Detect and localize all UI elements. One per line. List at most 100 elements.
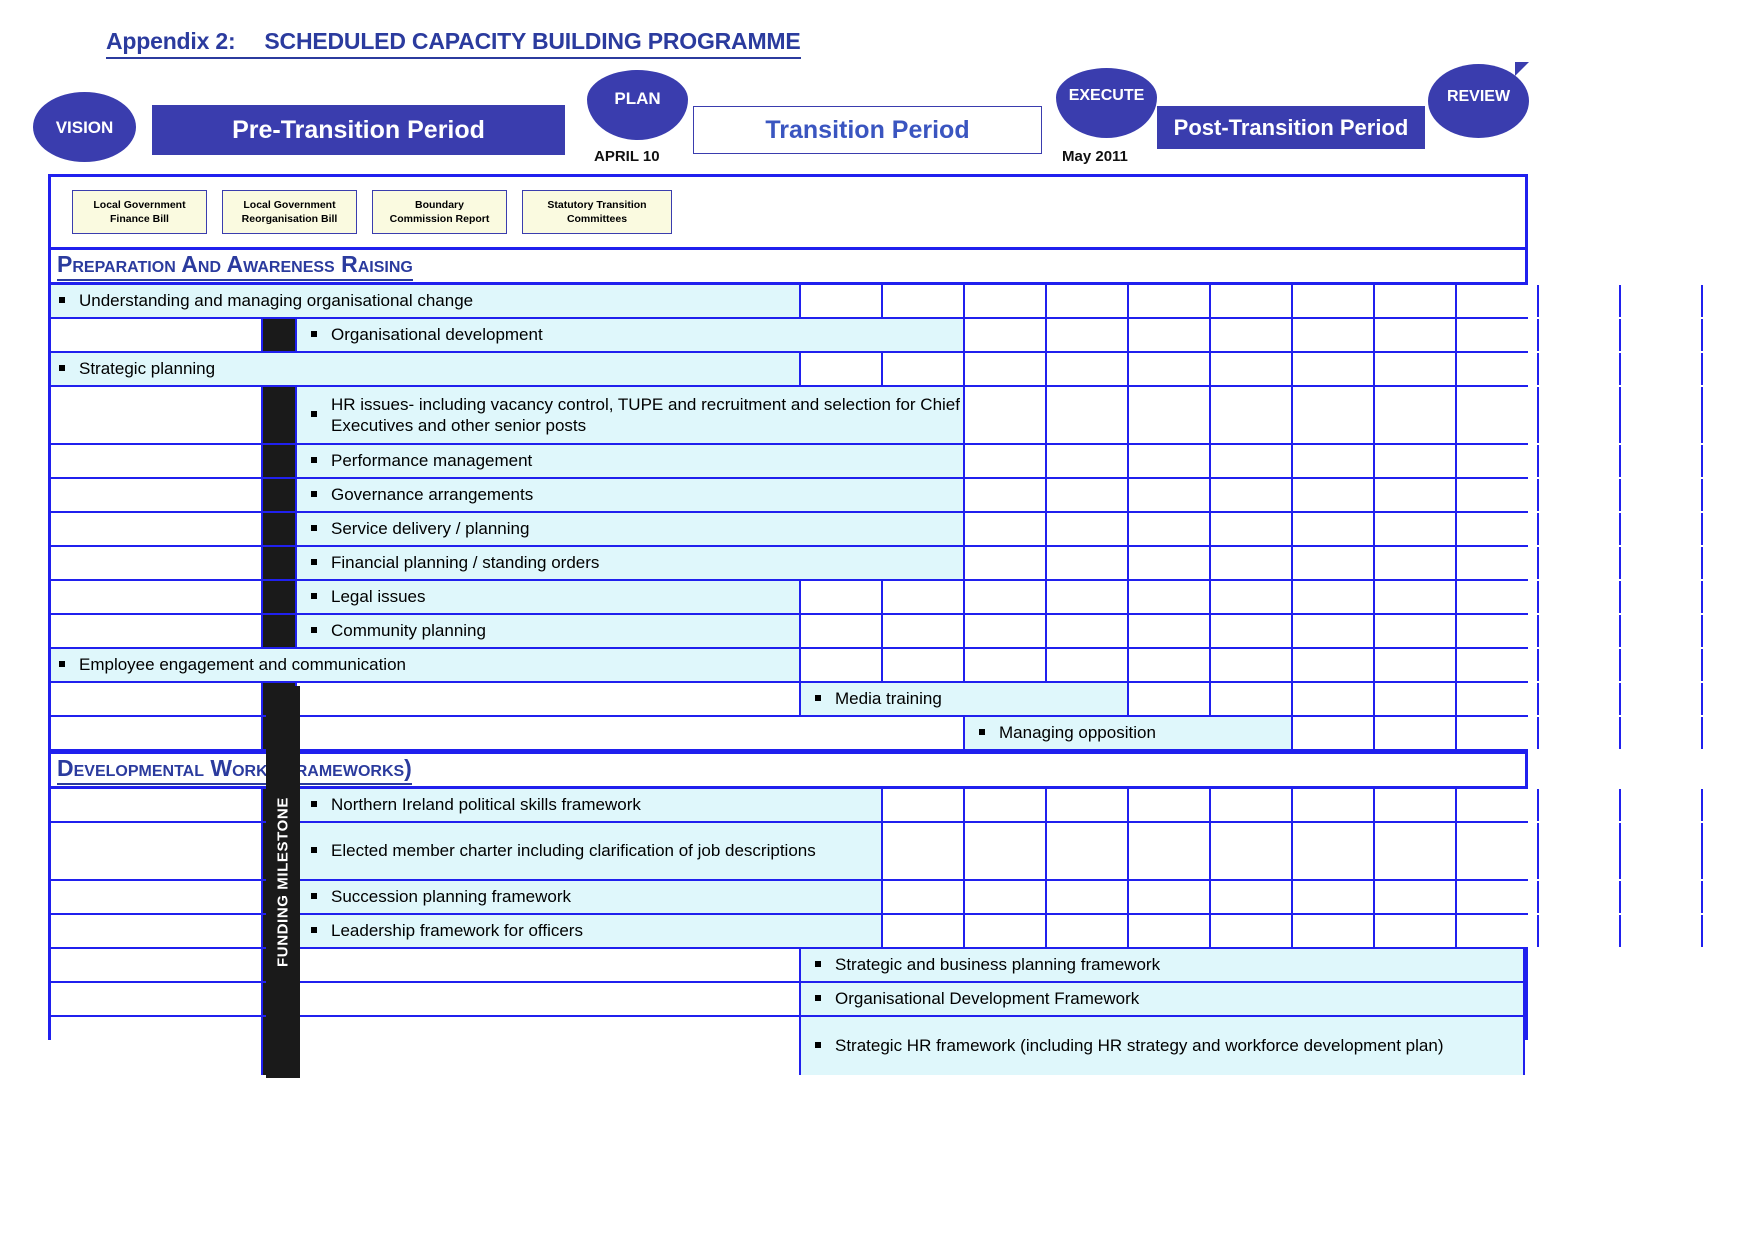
schedule-grid-cell[interactable] bbox=[1211, 881, 1293, 913]
activity-label-cell[interactable]: HR issues- including vacancy control, TU… bbox=[297, 387, 965, 443]
schedule-grid-cell[interactable] bbox=[965, 387, 1047, 443]
schedule-grid-cell[interactable] bbox=[1621, 649, 1703, 681]
schedule-grid-cell[interactable] bbox=[1047, 915, 1129, 947]
schedule-grid-cell[interactable] bbox=[1211, 513, 1293, 545]
schedule-grid-cell[interactable] bbox=[965, 789, 1047, 821]
schedule-grid-cell[interactable] bbox=[1293, 387, 1375, 443]
schedule-grid-cell[interactable] bbox=[801, 285, 883, 317]
schedule-grid-cell[interactable] bbox=[1211, 615, 1293, 647]
schedule-grid-cell[interactable] bbox=[965, 319, 1047, 351]
schedule-grid-cell[interactable] bbox=[1457, 353, 1539, 385]
schedule-grid-cell[interactable] bbox=[801, 581, 883, 613]
schedule-grid-cell[interactable] bbox=[1293, 285, 1375, 317]
schedule-grid-cell[interactable] bbox=[1375, 513, 1457, 545]
row-blank-cell[interactable] bbox=[51, 319, 263, 351]
row-blank-cell[interactable] bbox=[297, 717, 965, 749]
schedule-grid-cell[interactable] bbox=[1211, 789, 1293, 821]
schedule-grid-cell[interactable] bbox=[1293, 683, 1375, 715]
schedule-grid-cell[interactable] bbox=[1457, 513, 1539, 545]
schedule-grid-cell[interactable] bbox=[1457, 823, 1539, 879]
schedule-grid-cell[interactable] bbox=[1621, 547, 1703, 579]
schedule-grid-cell[interactable] bbox=[965, 615, 1047, 647]
schedule-grid-cell[interactable] bbox=[883, 915, 965, 947]
schedule-grid-cell[interactable] bbox=[1457, 881, 1539, 913]
schedule-grid-cell[interactable] bbox=[1047, 615, 1129, 647]
schedule-grid-cell[interactable] bbox=[1539, 649, 1621, 681]
row-blank-cell[interactable] bbox=[51, 1017, 263, 1075]
schedule-grid-cell[interactable] bbox=[883, 649, 965, 681]
schedule-grid-cell[interactable] bbox=[1375, 387, 1457, 443]
schedule-grid-cell[interactable] bbox=[1047, 353, 1129, 385]
schedule-grid-cell[interactable] bbox=[883, 881, 965, 913]
schedule-grid-cell[interactable] bbox=[1539, 581, 1621, 613]
schedule-grid-cell[interactable] bbox=[1539, 285, 1621, 317]
schedule-grid-cell[interactable] bbox=[1621, 881, 1703, 913]
row-blank-cell[interactable] bbox=[297, 1017, 801, 1075]
activity-label-cell[interactable]: Organisational development bbox=[297, 319, 965, 351]
schedule-grid-cell[interactable] bbox=[1539, 387, 1621, 443]
schedule-grid-cell[interactable] bbox=[1621, 581, 1703, 613]
schedule-grid-cell[interactable] bbox=[1293, 547, 1375, 579]
schedule-grid-cell[interactable] bbox=[883, 353, 965, 385]
schedule-grid-cell[interactable] bbox=[1293, 581, 1375, 613]
schedule-grid-cell[interactable] bbox=[1375, 479, 1457, 511]
row-blank-cell[interactable] bbox=[297, 949, 801, 981]
schedule-grid-cell[interactable] bbox=[1129, 581, 1211, 613]
schedule-grid-cell[interactable] bbox=[1457, 789, 1539, 821]
schedule-grid-cell[interactable] bbox=[1621, 615, 1703, 647]
schedule-grid-cell[interactable] bbox=[1211, 387, 1293, 443]
schedule-grid-cell[interactable] bbox=[883, 285, 965, 317]
schedule-grid-cell[interactable] bbox=[1457, 285, 1539, 317]
activity-label-cell[interactable]: Governance arrangements bbox=[297, 479, 965, 511]
schedule-grid-cell[interactable] bbox=[965, 479, 1047, 511]
schedule-grid-cell[interactable] bbox=[1047, 513, 1129, 545]
row-blank-cell[interactable] bbox=[51, 387, 263, 443]
activity-label-cell[interactable]: Employee engagement and communication bbox=[51, 649, 801, 681]
schedule-grid-cell[interactable] bbox=[1293, 789, 1375, 821]
schedule-grid-cell[interactable] bbox=[1293, 445, 1375, 477]
activity-label-cell[interactable]: Financial planning / standing orders bbox=[297, 547, 965, 579]
schedule-grid-cell[interactable] bbox=[1047, 387, 1129, 443]
schedule-grid-cell[interactable] bbox=[1211, 319, 1293, 351]
row-blank-cell[interactable] bbox=[51, 445, 263, 477]
schedule-grid-cell[interactable] bbox=[1375, 717, 1457, 749]
row-blank-cell[interactable] bbox=[51, 717, 263, 749]
schedule-grid-cell[interactable] bbox=[1047, 881, 1129, 913]
schedule-grid-cell[interactable] bbox=[1457, 717, 1539, 749]
schedule-grid-cell[interactable] bbox=[1129, 285, 1211, 317]
schedule-grid-cell[interactable] bbox=[1211, 823, 1293, 879]
schedule-grid-cell[interactable] bbox=[1539, 823, 1621, 879]
schedule-grid-cell[interactable] bbox=[1375, 823, 1457, 879]
activity-label-cell[interactable]: Service delivery / planning bbox=[297, 513, 965, 545]
schedule-grid-cell[interactable] bbox=[1293, 479, 1375, 511]
schedule-grid-cell[interactable] bbox=[1539, 717, 1621, 749]
schedule-grid-cell[interactable] bbox=[1539, 683, 1621, 715]
schedule-grid-cell[interactable] bbox=[801, 649, 883, 681]
activity-label-cell[interactable]: Managing opposition bbox=[965, 717, 1293, 749]
schedule-grid-cell[interactable] bbox=[1621, 789, 1703, 821]
schedule-grid-cell[interactable] bbox=[1621, 823, 1703, 879]
schedule-grid-cell[interactable] bbox=[1047, 581, 1129, 613]
row-blank-cell[interactable] bbox=[51, 479, 263, 511]
schedule-grid-cell[interactable] bbox=[1129, 547, 1211, 579]
schedule-grid-cell[interactable] bbox=[1211, 581, 1293, 613]
schedule-grid-cell[interactable] bbox=[1621, 915, 1703, 947]
activity-label-cell[interactable]: Community planning bbox=[297, 615, 801, 647]
schedule-grid-cell[interactable] bbox=[1539, 479, 1621, 511]
schedule-grid-cell[interactable] bbox=[1621, 285, 1703, 317]
schedule-grid-cell[interactable] bbox=[1047, 649, 1129, 681]
schedule-grid-cell[interactable] bbox=[1375, 285, 1457, 317]
schedule-grid-cell[interactable] bbox=[1457, 445, 1539, 477]
schedule-grid-cell[interactable] bbox=[965, 285, 1047, 317]
schedule-grid-cell[interactable] bbox=[1211, 479, 1293, 511]
schedule-grid-cell[interactable] bbox=[1457, 683, 1539, 715]
row-blank-cell[interactable] bbox=[51, 789, 263, 821]
schedule-grid-cell[interactable] bbox=[965, 445, 1047, 477]
schedule-grid-cell[interactable] bbox=[1047, 547, 1129, 579]
activity-label-cell[interactable]: Strategic and business planning framewor… bbox=[801, 949, 1525, 981]
row-blank-cell[interactable] bbox=[51, 823, 263, 879]
schedule-grid-cell[interactable] bbox=[1211, 649, 1293, 681]
schedule-grid-cell[interactable] bbox=[1375, 789, 1457, 821]
schedule-grid-cell[interactable] bbox=[1047, 285, 1129, 317]
row-blank-cell[interactable] bbox=[51, 547, 263, 579]
